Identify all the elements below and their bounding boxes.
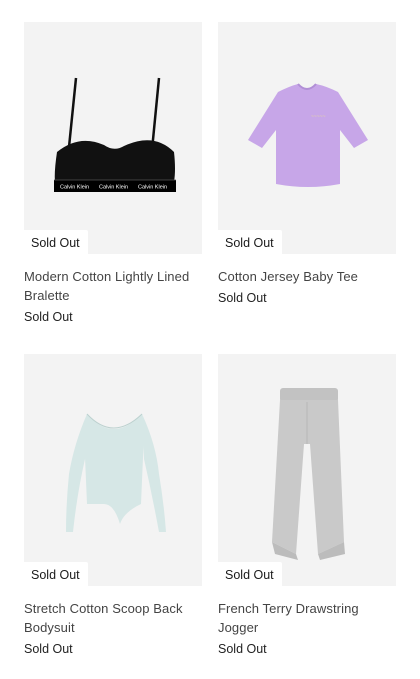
product-status: Sold Out (24, 642, 73, 656)
product-image[interactable]: Calvin Klein Calvin Klein Calvin Klein S… (24, 22, 202, 254)
product-card[interactable]: ~~~~~ Sold Out Cotton Jersey Baby Tee So… (218, 22, 396, 305)
product-card[interactable]: Sold Out Stretch Cotton Scoop Back Bodys… (24, 354, 202, 656)
sold-out-badge: Sold Out (24, 562, 88, 586)
product-card[interactable]: Calvin Klein Calvin Klein Calvin Klein S… (24, 22, 202, 324)
jogger-image (272, 388, 345, 560)
svg-text:Calvin Klein: Calvin Klein (138, 185, 167, 191)
product-title[interactable]: Modern Cotton Lightly Lined Bralette (24, 267, 202, 305)
svg-text:Calvin Klein: Calvin Klein (60, 185, 89, 191)
product-image[interactable]: ~~~~~ Sold Out (218, 22, 396, 254)
bralette-image: Calvin Klein Calvin Klein Calvin Klein (54, 77, 176, 192)
bodysuit-image (66, 413, 166, 532)
product-image[interactable]: Sold Out (218, 354, 396, 586)
product-status: Sold Out (24, 310, 73, 324)
svg-text:~~~~~: ~~~~~ (311, 114, 326, 120)
svg-text:Calvin Klein: Calvin Klein (99, 185, 128, 191)
sold-out-badge: Sold Out (24, 230, 88, 254)
product-title[interactable]: French Terry Drawstring Jogger (218, 599, 396, 637)
sold-out-badge: Sold Out (218, 562, 282, 586)
sold-out-badge: Sold Out (218, 230, 282, 254)
baby-tee-image: ~~~~~ (248, 83, 368, 187)
product-title[interactable]: Cotton Jersey Baby Tee (218, 267, 396, 286)
product-status: Sold Out (218, 642, 267, 656)
product-image[interactable]: Sold Out (24, 354, 202, 586)
product-title[interactable]: Stretch Cotton Scoop Back Bodysuit (24, 599, 202, 637)
product-grid: Calvin Klein Calvin Klein Calvin Klein S… (0, 0, 420, 679)
product-status: Sold Out (218, 291, 267, 305)
product-card[interactable]: Sold Out French Terry Drawstring Jogger … (218, 354, 396, 656)
